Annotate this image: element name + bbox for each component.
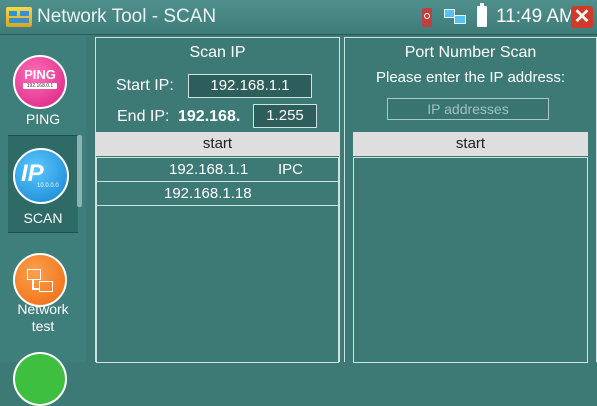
result-ip: 192.168.1.18 — [164, 185, 252, 202]
network-connection-icon — [444, 9, 466, 25]
sidebar-item-label: PING — [25, 111, 61, 127]
end-ip-prefix: 192.168. — [178, 108, 241, 125]
start-ip-input[interactable]: 192.168.1.1 — [188, 74, 312, 98]
port-scan-start-button[interactable]: start — [353, 132, 588, 156]
scan-ip-start-button[interactable]: start — [96, 132, 339, 156]
sidebar-scrollbar[interactable] — [77, 135, 82, 207]
main-content: Scan IP Start IP: 192.168.1.1 End IP: 19… — [87, 35, 597, 363]
clock: 11:49 AM — [496, 6, 575, 27]
sidebar-item-scan[interactable]: IP 10.0.0.0 SCAN — [8, 135, 78, 233]
scan-ip-results-list[interactable]: 192.168.1.1 IPC 192.168.1.18 — [96, 157, 339, 363]
scan-ip-panel: Scan IP Start IP: 192.168.1.1 End IP: 19… — [95, 37, 340, 363]
ping-icon-text: PING — [24, 67, 56, 82]
ping-icon: PING 192.168.0.1 — [13, 55, 67, 109]
partial-sidebar-icon[interactable] — [13, 352, 67, 406]
sidebar: PING 192.168.0.1 PING IP 10.0.0.0 SCAN N… — [0, 35, 86, 406]
result-row[interactable]: 192.168.1.1 IPC — [97, 158, 338, 182]
app-icon — [6, 7, 32, 27]
sidebar-item-label: SCAN — [23, 210, 63, 226]
port-scan-title: Port Number Scan — [404, 44, 537, 61]
network-test-icon — [13, 253, 67, 307]
window-title: Network Tool - SCAN — [37, 6, 217, 27]
ip-scan-icon: IP 10.0.0.0 — [13, 148, 69, 204]
ip-icon-subtext: 10.0.0.0 — [37, 183, 59, 189]
ping-icon-subtext: 192.168.0.1 — [23, 83, 57, 89]
storage-status-icon — [422, 8, 432, 27]
port-scan-panel: Port Number Scan Please enter the IP add… — [344, 37, 597, 363]
sidebar-item-network-test[interactable]: Network test — [0, 239, 86, 341]
scan-ip-title: Scan IP — [189, 44, 246, 61]
end-ip-input[interactable]: 1.255 — [253, 104, 317, 128]
sidebar-item-label-line1: Network — [17, 301, 69, 317]
end-ip-label: End IP: — [117, 108, 170, 125]
sidebar-item-label-line2: test — [31, 318, 55, 334]
port-scan-prompt: Please enter the IP address: — [375, 69, 565, 86]
start-ip-label: Start IP: — [116, 77, 174, 94]
title-bar: Network Tool - SCAN 11:49 AM ✕ — [0, 0, 597, 35]
close-button[interactable]: ✕ — [571, 6, 593, 28]
port-scan-results-list[interactable] — [353, 157, 588, 363]
result-type: IPC — [278, 161, 304, 178]
battery-icon — [477, 3, 487, 27]
port-scan-ip-input[interactable] — [387, 98, 549, 120]
result-row[interactable]: 192.168.1.18 — [97, 182, 338, 206]
sidebar-item-ping[interactable]: PING 192.168.0.1 PING — [0, 35, 86, 133]
result-ip: 192.168.1.1 — [169, 161, 249, 178]
